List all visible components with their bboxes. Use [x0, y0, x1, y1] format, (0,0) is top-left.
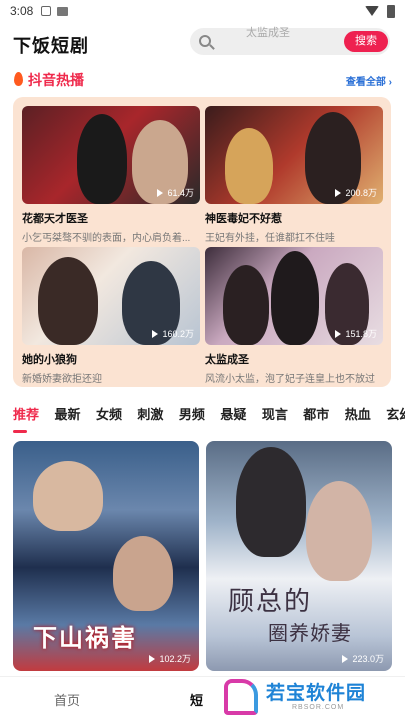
- play-icon: [157, 188, 164, 197]
- status-time: 3:08: [10, 4, 34, 18]
- header: 下饭短剧 太监成圣 搜索: [0, 27, 405, 58]
- drama-thumbnail[interactable]: 61.4万: [22, 106, 200, 204]
- tab-fantasy[interactable]: 玄幻: [386, 404, 405, 423]
- watermark-text: 若宝软件园: [266, 683, 367, 704]
- tab-suspense[interactable]: 悬疑: [220, 404, 246, 423]
- drama-card[interactable]: 200.8万 神医毒妃不好惹 王妃有外挂，任谁都扛不住哇: [205, 106, 383, 244]
- nav-short-drama[interactable]: 短: [190, 690, 203, 709]
- poster-subtitle: 圈养娇妻: [268, 621, 352, 645]
- notification-icon: [41, 6, 52, 16]
- wifi-icon: [365, 6, 379, 16]
- search-button[interactable]: 搜索: [344, 31, 388, 52]
- drama-title: 太监成圣: [205, 354, 249, 366]
- drama-thumbnail[interactable]: 151.8万: [205, 247, 383, 345]
- drama-card[interactable]: 151.8万 太监成圣 风流小太监，泡了妃子连皇上也不放过: [205, 247, 383, 385]
- drama-desc: 王妃有外挂，任谁都扛不住哇: [205, 233, 335, 244]
- status-bar: 3:08: [0, 0, 405, 22]
- drama-thumbnail[interactable]: 160.2万: [22, 247, 200, 345]
- drama-title: 神医毒妃不好惹: [205, 213, 282, 225]
- drama-desc: 小乞丐桀骜不驯的表面，内心肩负着...: [22, 233, 191, 244]
- sim-icon: [57, 6, 69, 16]
- watermark-logo-icon: [224, 679, 258, 715]
- poster-text: 下山祸害: [33, 625, 137, 652]
- play-icon: [152, 329, 159, 338]
- flame-icon: [14, 72, 23, 86]
- tab-recommend[interactable]: 推荐: [13, 404, 39, 423]
- watermark-url: RBSOR.COM: [292, 704, 345, 711]
- feed-poster[interactable]: 顾总的 圈养娇妻 223.0万: [206, 441, 392, 671]
- view-count: 151.8万: [335, 327, 377, 340]
- see-all-link[interactable]: 查看全部 ›: [346, 73, 392, 88]
- view-count: 61.4万: [157, 186, 194, 199]
- tab-latest[interactable]: 最新: [54, 404, 80, 423]
- category-tabs: 推荐 最新 女频 刺激 男频 悬疑 现言 都市 热血 玄幻: [13, 404, 405, 432]
- active-tab-indicator: [13, 430, 27, 433]
- view-count: 223.0万: [342, 652, 384, 665]
- search-icon: [199, 35, 211, 47]
- tab-thrill[interactable]: 刺激: [137, 404, 163, 423]
- search-bar[interactable]: 太监成圣 搜索: [190, 27, 390, 55]
- hot-panel: 61.4万 花都天才医圣 小乞丐桀骜不驯的表面，内心肩负着... 200.8万 …: [13, 97, 391, 387]
- app-title: 下饭短剧: [13, 36, 89, 56]
- watermark: 若宝软件园 RBSOR.COM: [218, 677, 405, 720]
- nav-home[interactable]: 首页: [54, 690, 80, 709]
- drama-desc: 新婚娇妻欲拒还迎: [22, 374, 102, 385]
- drama-title: 她的小狼狗: [22, 354, 77, 366]
- drama-thumbnail[interactable]: 200.8万: [205, 106, 383, 204]
- drama-desc: 风流小太监，泡了妃子连皇上也不放过: [205, 374, 375, 385]
- hot-section-header: 抖音热播 查看全部 ›: [14, 70, 392, 90]
- view-count: 102.2万: [149, 652, 191, 665]
- search-input[interactable]: 太监成圣: [246, 24, 290, 40]
- play-icon: [335, 329, 342, 338]
- tab-female[interactable]: 女频: [96, 404, 122, 423]
- drama-title: 花都天才医圣: [22, 213, 88, 225]
- view-count: 160.2万: [152, 327, 194, 340]
- play-icon: [335, 188, 342, 197]
- tab-urban[interactable]: 都市: [303, 404, 329, 423]
- tab-modern-romance[interactable]: 现言: [262, 404, 288, 423]
- battery-icon: [387, 4, 395, 18]
- play-icon: [342, 654, 349, 663]
- tab-male[interactable]: 男频: [179, 404, 205, 423]
- tab-hot-blood[interactable]: 热血: [345, 404, 371, 423]
- feed-poster[interactable]: 下山祸害 102.2万: [13, 441, 199, 671]
- hot-section-title: 抖音热播: [28, 72, 84, 88]
- poster-title: 顾总的: [228, 587, 313, 617]
- view-count: 200.8万: [335, 186, 377, 199]
- play-icon: [149, 654, 156, 663]
- drama-card[interactable]: 160.2万 她的小狼狗 新婚娇妻欲拒还迎: [22, 247, 200, 385]
- drama-card[interactable]: 61.4万 花都天才医圣 小乞丐桀骜不驯的表面，内心肩负着...: [22, 106, 200, 244]
